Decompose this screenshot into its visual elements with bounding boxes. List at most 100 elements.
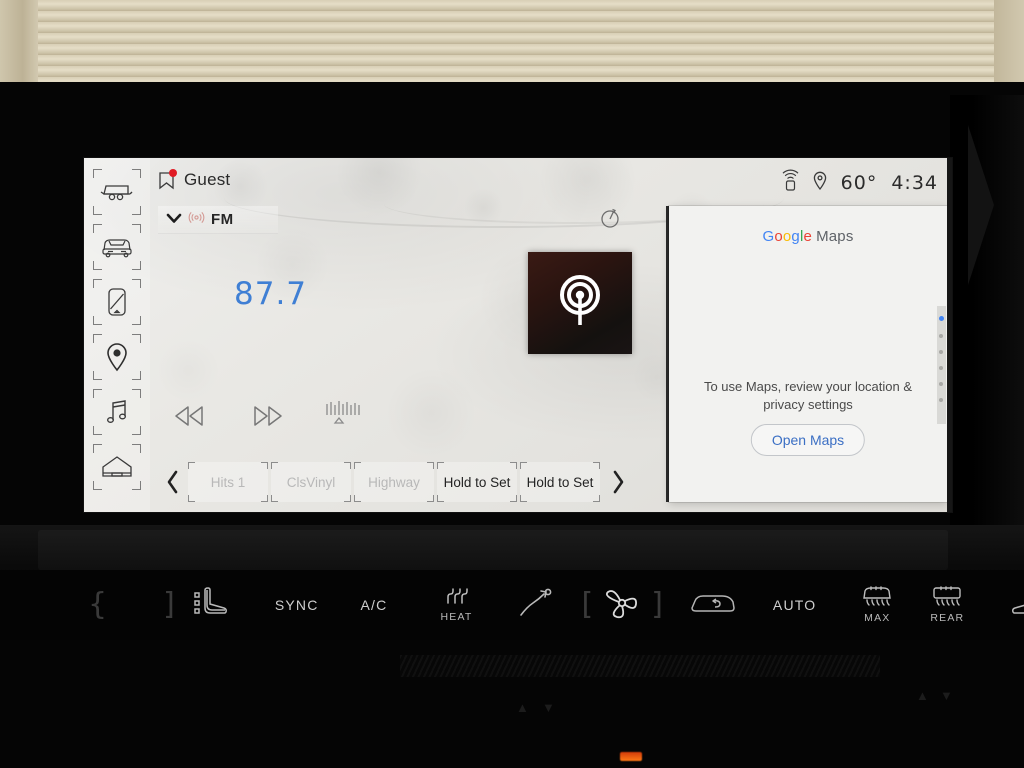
fast-forward-icon [248, 403, 288, 434]
status-bar: 60° 4:34 [774, 169, 952, 196]
preset-label: Hold to Set [443, 474, 511, 490]
sidebar-item-audio[interactable] [91, 386, 143, 438]
sidebar-item-trailer[interactable] [91, 166, 143, 218]
preset-button-3[interactable]: Highway [354, 462, 434, 502]
auto-button[interactable]: AUTO [773, 597, 816, 613]
open-maps-button[interactable]: Open Maps [750, 424, 866, 456]
bracket-glyph: { [88, 587, 108, 622]
rewind-button[interactable] [170, 403, 210, 434]
preset-label: Highway [368, 474, 420, 490]
profile-chip[interactable]: Guest [158, 168, 231, 190]
driver-temp-bracket-right[interactable]: ] [163, 590, 175, 620]
lower-dash-texture [400, 655, 880, 677]
google-maps-panel[interactable]: Google Maps To use Maps, review your loca… [669, 206, 947, 502]
heat-waves-icon [439, 587, 473, 610]
ac-button[interactable]: A/C [361, 597, 388, 613]
sync-button[interactable]: SYNC [275, 597, 319, 613]
sidebar-item-home[interactable] [91, 441, 143, 493]
station-album-art[interactable] [528, 252, 632, 354]
dash-arrow-down-right-icon: ▼ [940, 688, 953, 703]
recirculate-button[interactable] [689, 590, 737, 621]
recirculate-icon [689, 590, 737, 621]
rear-defrost-icon [930, 586, 964, 611]
dash-arrow-down-icon: ▼ [542, 700, 555, 715]
preset-prev-button[interactable] [158, 460, 188, 504]
tuning-slider-icon [322, 399, 364, 434]
logo-word-maps: Maps [816, 228, 854, 245]
wifi-hotspot-icon[interactable] [782, 169, 799, 196]
passenger-seat-heat-button[interactable] [1008, 586, 1024, 625]
logo-letter-g2: g [791, 228, 800, 245]
home-icon [100, 454, 134, 480]
maps-scrollbar[interactable] [937, 306, 946, 424]
driver-seat-heat-button[interactable] [191, 586, 233, 625]
window-frame-right [994, 0, 1024, 88]
preset-label: Hold to Set [526, 474, 594, 490]
fan-icon [603, 584, 641, 627]
airflow-button[interactable] [517, 587, 553, 624]
preset-label: ClsVinyl [286, 474, 336, 490]
location-pin-icon[interactable] [813, 171, 827, 195]
rear-defrost-button[interactable]: REAR [930, 586, 964, 624]
replay-clock-icon[interactable] [600, 206, 622, 235]
clock: 4:34 [891, 172, 938, 194]
tune-slider-button[interactable] [322, 399, 364, 434]
scrollbar-thumb[interactable] [939, 316, 944, 321]
bracket-glyph: ] [163, 587, 175, 622]
bracket-glyph: ] [651, 587, 663, 622]
broadcast-target-icon [553, 273, 607, 334]
heat-button[interactable]: HEAT [439, 587, 473, 623]
screen-bezel-highlight [950, 95, 1024, 525]
profile-notification-dot [169, 168, 177, 177]
trailer-icon [100, 181, 133, 203]
rewind-icon [170, 403, 210, 434]
preset-label: Hits 1 [210, 474, 246, 490]
driver-temp-bracket-left[interactable]: { [88, 590, 107, 620]
outside-temperature: 60° [840, 172, 878, 194]
sync-label: SYNC [274, 597, 319, 613]
maps-permission-message: To use Maps, review your location & priv… [703, 379, 913, 412]
radio-waves-icon [188, 211, 205, 229]
dash-arrow-up-icon: ▲ [516, 700, 529, 715]
sidebar-rail [84, 158, 150, 512]
window-frame-left [0, 0, 38, 88]
location-pin-icon [105, 342, 129, 372]
rear-label: REAR [930, 612, 965, 624]
climate-control-bar: { ] SYNC A/C HEAT [] AUTO MAX REAR [0, 570, 1024, 640]
profile-bar: Guest [150, 164, 666, 198]
max-defrost-button[interactable]: MAX [860, 586, 894, 624]
dash-arrow-up-right-icon: ▲ [916, 688, 929, 703]
sidebar-item-navigation[interactable] [91, 331, 143, 383]
seat-heat-icon [1008, 586, 1024, 625]
preset-next-button[interactable] [603, 460, 633, 504]
fan-bracket-left[interactable]: [ [581, 590, 593, 620]
preset-bar: Hits 1 ClsVinyl Highway Hold to Set Hold [158, 458, 658, 506]
heat-label: HEAT [440, 610, 473, 623]
screen-right-edge [947, 158, 952, 512]
media-pane: Guest FM 87.7 Hits 1 ClsVinyl Highway Ho… [150, 158, 666, 512]
front-defrost-icon [860, 586, 894, 611]
logo-letter-e: e [803, 228, 813, 245]
phone-device-icon [106, 287, 128, 317]
sidebar-item-vehicle[interactable] [91, 221, 143, 273]
transport-controls [170, 401, 490, 447]
fan-button[interactable] [603, 584, 641, 627]
profile-tag-icon [158, 168, 177, 190]
max-label: MAX [864, 612, 891, 624]
preset-button-4[interactable]: Hold to Set [437, 462, 517, 502]
preset-button-5[interactable]: Hold to Set [520, 462, 600, 502]
auto-label: AUTO [772, 597, 817, 613]
airflow-icon [517, 587, 553, 624]
profile-name: Guest [184, 170, 231, 189]
fan-bracket-right[interactable]: ] [651, 590, 663, 620]
sidebar-item-phone[interactable] [91, 276, 143, 328]
infotainment-screen[interactable]: Guest FM 87.7 Hits 1 ClsVinyl Highway Ho… [84, 158, 952, 512]
fast-forward-button[interactable] [248, 403, 288, 434]
logo-letter-o1: o [774, 228, 783, 245]
preset-button-1[interactable]: Hits 1 [188, 462, 268, 502]
audio-source-selector[interactable]: FM [158, 206, 278, 234]
music-note-icon [104, 398, 130, 426]
preset-button-2[interactable]: ClsVinyl [271, 462, 351, 502]
audio-source-label: FM [211, 211, 234, 228]
window-blinds [0, 0, 1024, 88]
